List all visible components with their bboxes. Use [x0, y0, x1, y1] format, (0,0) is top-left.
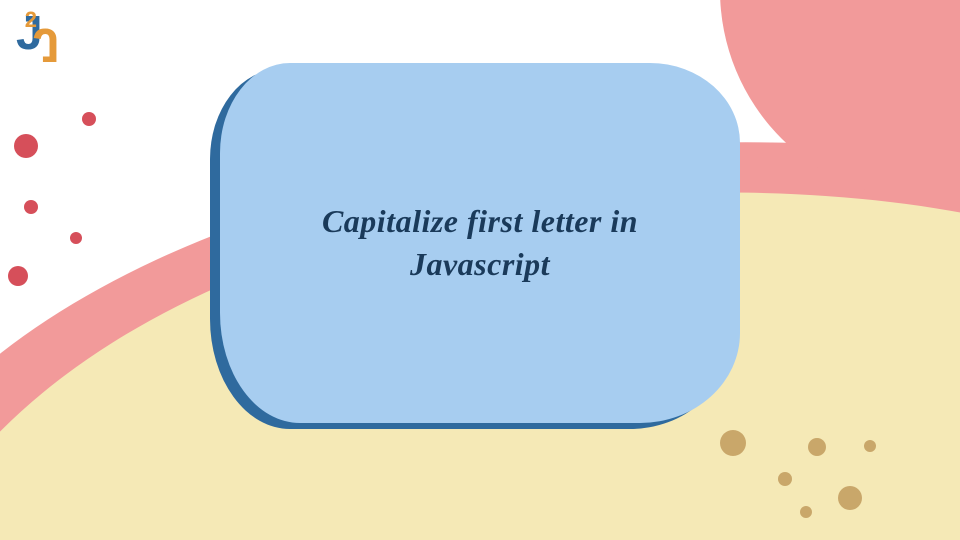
dot-right-1: [778, 472, 792, 486]
dot-left-1: [82, 112, 96, 126]
logo: J2J: [16, 6, 82, 54]
dot-right-3: [838, 486, 862, 510]
logo-letter-2: J: [33, 20, 60, 68]
dot-left-0: [14, 134, 38, 158]
dot-right-0: [720, 430, 746, 456]
dot-left-4: [8, 266, 28, 286]
dot-left-2: [24, 200, 38, 214]
slide: { "logo": { "letter1": "J", "letter2": "…: [0, 0, 960, 540]
title-line-2: Javascript: [410, 246, 550, 282]
dot-right-5: [800, 506, 812, 518]
dot-left-3: [70, 232, 82, 244]
title-line-1: Capitalize first letter in: [322, 203, 638, 239]
dot-right-2: [808, 438, 826, 456]
dot-right-4: [864, 440, 876, 452]
card-title: Capitalize first letter in Javascript: [322, 200, 638, 286]
title-card: Capitalize first letter in Javascript: [220, 63, 740, 423]
